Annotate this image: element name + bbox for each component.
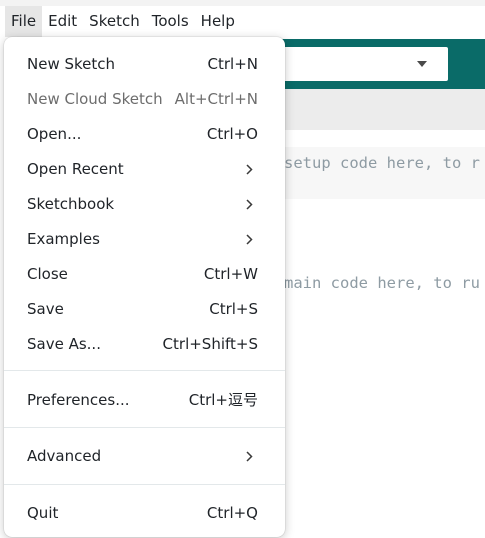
- menu-item-shortcut: Ctrl+Q: [206, 504, 258, 522]
- menu-separator: [4, 370, 285, 371]
- menu-item-save-as[interactable]: Save As... Ctrl+Shift+S: [4, 327, 285, 362]
- menu-item-label: Close: [27, 265, 68, 283]
- menu-edit[interactable]: Edit: [42, 6, 83, 37]
- menu-separator: [4, 484, 285, 485]
- chevron-right-icon: [246, 199, 253, 210]
- menu-item-shortcut: Alt+Ctrl+N: [174, 90, 258, 108]
- menu-item-label: Quit: [27, 504, 59, 522]
- menu-item-advanced[interactable]: Advanced: [4, 439, 285, 474]
- menu-item-quit[interactable]: Quit Ctrl+Q: [4, 496, 285, 531]
- menu-item-label: Save: [27, 300, 64, 318]
- menu-item-preferences[interactable]: Preferences... Ctrl+逗号: [4, 383, 285, 418]
- file-menu-dropdown: New Sketch Ctrl+N New Cloud Sketch Alt+C…: [4, 37, 285, 537]
- menu-item-label: Examples: [27, 230, 100, 248]
- menu-item-label: New Sketch: [27, 55, 116, 73]
- menu-item-new-sketch[interactable]: New Sketch Ctrl+N: [4, 47, 285, 82]
- menu-item-shortcut: Ctrl+S: [209, 300, 258, 318]
- menu-item-shortcut: Ctrl+W: [203, 265, 258, 283]
- menu-item-shortcut: Ctrl+逗号: [188, 391, 258, 409]
- menu-item-label: Advanced: [27, 447, 102, 465]
- menu-item-shortcut: Ctrl+N: [207, 55, 258, 73]
- menu-item-label: Open Recent: [27, 160, 124, 178]
- menu-tools[interactable]: Tools: [146, 6, 195, 37]
- menu-item-shortcut: Ctrl+O: [206, 125, 258, 143]
- menu-item-close[interactable]: Close Ctrl+W: [4, 257, 285, 292]
- board-select[interactable]: [262, 47, 448, 81]
- menu-item-open-recent[interactable]: Open Recent: [4, 152, 285, 187]
- menu-item-shortcut: Ctrl+Shift+S: [162, 335, 258, 353]
- chevron-right-icon: [246, 451, 253, 462]
- menu-item-sketchbook[interactable]: Sketchbook: [4, 187, 285, 222]
- menu-help[interactable]: Help: [195, 6, 241, 37]
- menu-bar: File Edit Sketch Tools Help: [0, 6, 485, 37]
- menu-item-save[interactable]: Save Ctrl+S: [4, 292, 285, 327]
- menu-item-open[interactable]: Open... Ctrl+O: [4, 117, 285, 152]
- menu-sketch[interactable]: Sketch: [83, 6, 146, 37]
- menu-file[interactable]: File: [5, 6, 43, 37]
- menu-item-label: New Cloud Sketch: [27, 90, 163, 108]
- code-comment-loop: main code here, to ru: [284, 274, 480, 292]
- menu-separator: [4, 427, 285, 428]
- code-comment-setup: setup code here, to r: [284, 154, 480, 172]
- menu-item-label: Sketchbook: [27, 195, 115, 213]
- caret-down-icon: [417, 61, 427, 67]
- menu-item-label: Preferences...: [27, 391, 130, 409]
- chevron-right-icon: [246, 234, 253, 245]
- menu-item-examples[interactable]: Examples: [4, 222, 285, 257]
- menu-item-label: Save As...: [27, 335, 101, 353]
- chevron-right-icon: [246, 164, 253, 175]
- menu-item-label: Open...: [27, 125, 82, 143]
- menu-item-new-cloud-sketch[interactable]: New Cloud Sketch Alt+Ctrl+N: [4, 82, 285, 117]
